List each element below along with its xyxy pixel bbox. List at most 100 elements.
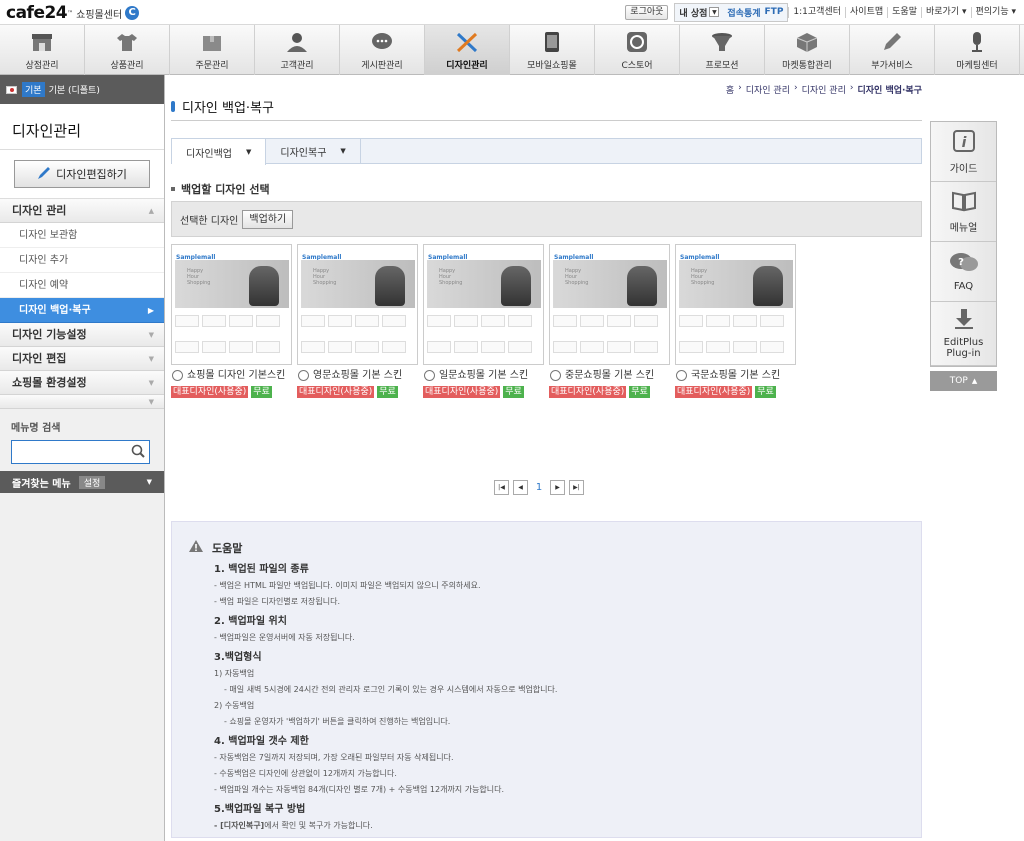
- design-edit-button[interactable]: 디자인편집하기: [14, 160, 150, 188]
- box-icon: [200, 31, 224, 53]
- skin-radio[interactable]: [676, 370, 687, 381]
- top-link-sitemap[interactable]: 사이트맵: [845, 6, 887, 18]
- help-text: - 쇼핑몰 운영자가 '백업하기' 버튼을 클릭하여 진행하는 백업입니다.: [224, 717, 451, 726]
- skin-radio[interactable]: [424, 370, 435, 381]
- gnb-mobile[interactable]: 모바일쇼핑몰: [510, 25, 595, 75]
- breadcrumb-item[interactable]: 디자인 관리: [802, 83, 846, 96]
- chevron-down-icon: ▼: [148, 398, 154, 406]
- sidebar-section-design-manage[interactable]: 디자인 관리 ▲: [0, 199, 164, 223]
- skin-card[interactable]: Samplemall Happy Hour Shopping 국문쇼핑몰 기본 스…: [675, 244, 796, 398]
- top-links: 로그아웃 내 상점 ▼ 접속통계 FTP 1:1고객센터 사이트맵 도움말 바로가…: [625, 2, 1020, 22]
- c-store-icon: [625, 31, 649, 53]
- gnb-customer[interactable]: 고객관리: [255, 25, 340, 75]
- menu-search-input[interactable]: [11, 440, 150, 464]
- top-link-help[interactable]: 도움말: [887, 6, 921, 18]
- skin-thumbnail[interactable]: Samplemall Happy Hour Shopping: [675, 244, 796, 365]
- sidebar-section-edit[interactable]: 디자인 편집 ▼: [0, 347, 164, 371]
- gnb-cstore[interactable]: C스토어: [595, 25, 680, 75]
- skin-radio[interactable]: [298, 370, 309, 381]
- faq-button[interactable]: ? FAQ: [931, 242, 996, 302]
- help-text: - 수동백업은 디자인에 상관없이 12개까지 가능합니다.: [214, 769, 397, 778]
- breadcrumb: 홈 › 디자인 관리 › 디자인 관리 › 디자인 백업·복구: [725, 83, 922, 96]
- gnb-market[interactable]: 마켓통합관리: [765, 25, 850, 75]
- backup-button[interactable]: 백업하기: [242, 209, 294, 229]
- gnb-promotion[interactable]: 프로모션: [680, 25, 765, 75]
- chevron-down-icon: ▼: [148, 331, 154, 339]
- logout-button[interactable]: 로그아웃: [625, 4, 669, 20]
- favorites-settings-button[interactable]: 설정: [78, 475, 106, 489]
- first-page-icon[interactable]: |◀: [494, 480, 509, 495]
- free-badge: 무료: [755, 386, 776, 398]
- gnb-order[interactable]: 주문관리: [170, 25, 255, 75]
- chevron-down-icon: ▼: [146, 478, 152, 486]
- in-use-badge: 대표디자인(사용중): [423, 386, 501, 398]
- sidebar-item-reserve[interactable]: 디자인 예약: [0, 273, 164, 298]
- sidebar-item-add[interactable]: 디자인 추가: [0, 248, 164, 273]
- page-number[interactable]: 1: [532, 482, 546, 493]
- breadcrumb-item[interactable]: 디자인 관리: [746, 83, 790, 96]
- lang-text: 기본 (디폴트): [48, 86, 100, 96]
- gnb-board[interactable]: 게시판관리: [340, 25, 425, 75]
- stats-link[interactable]: 접속통계: [727, 6, 760, 19]
- top-link-convenience[interactable]: 편의기능 ▾: [970, 6, 1021, 18]
- left-sidebar: 기본 기본 (디폴트) 디자인관리 디자인편집하기 디자인 관리 ▲ 디자인 보관…: [0, 75, 165, 841]
- section-title: 백업할 디자인 선택: [171, 181, 270, 197]
- shop-selector[interactable]: 내 상점 ▼ 접속통계 FTP: [674, 2, 789, 22]
- sidebar-section-env[interactable]: 쇼핑몰 환경설정 ▼: [0, 371, 164, 395]
- last-page-icon[interactable]: ▶|: [569, 480, 584, 495]
- lang-badge: 기본: [22, 82, 45, 97]
- skin-card[interactable]: Samplemall Happy Hour Shopping 쇼핑몰 디자인 기본…: [171, 244, 292, 398]
- manual-button[interactable]: 메뉴얼: [931, 182, 996, 242]
- gnb-design[interactable]: 디자인관리: [425, 25, 510, 75]
- skin-thumbnail[interactable]: Samplemall Happy Hour Shopping: [423, 244, 544, 365]
- skin-card[interactable]: Samplemall Happy Hour Shopping 영문쇼핑몰 기본 스…: [297, 244, 418, 398]
- gnb-addon[interactable]: 부가서비스: [850, 25, 935, 75]
- sidebar-collapse[interactable]: ▼: [0, 395, 164, 409]
- sidebar-section-function[interactable]: 디자인 기능설정 ▼: [0, 323, 164, 347]
- breadcrumb-home[interactable]: 홈: [726, 83, 734, 96]
- top-link-support[interactable]: 1:1고객센터: [788, 6, 845, 18]
- sidebar-item-storage[interactable]: 디자인 보관함: [0, 223, 164, 248]
- sidebar-item-backup[interactable]: 디자인 백업·복구 ▶: [0, 298, 164, 323]
- tab-backup[interactable]: 디자인백업 ▼: [172, 139, 267, 165]
- in-use-badge: 대표디자인(사용중): [171, 386, 249, 398]
- prev-page-icon[interactable]: ◀: [513, 480, 528, 495]
- gnb-product[interactable]: 상품관리: [85, 25, 170, 75]
- design-tools-icon: [455, 31, 479, 53]
- next-page-icon[interactable]: ▶: [550, 480, 565, 495]
- gnb-marketing[interactable]: 마케팅센터: [935, 25, 1020, 75]
- ftp-link[interactable]: FTP: [765, 7, 784, 17]
- top-link-shortcut[interactable]: 바로가기 ▾: [921, 6, 971, 18]
- favorites-bar[interactable]: 즐겨찾는 메뉴 설정 ▼: [0, 471, 164, 493]
- guide-button[interactable]: i 가이드: [931, 122, 996, 182]
- skin-radio[interactable]: [172, 370, 183, 381]
- selected-design-label: 선택한 디자인: [180, 215, 239, 227]
- skin-card[interactable]: Samplemall Happy Hour Shopping 중문쇼핑몰 기본 스…: [549, 244, 670, 398]
- skin-thumbnail[interactable]: Samplemall Happy Hour Shopping: [297, 244, 418, 365]
- warning-icon: [188, 539, 204, 556]
- language-bar[interactable]: 기본 기본 (디폴트): [0, 75, 164, 104]
- help-text: - 백업파일은 운영서버에 자동 저장됩니다.: [214, 633, 355, 642]
- search-icon[interactable]: [131, 444, 145, 461]
- top-bar: cafe24 ™ 쇼핑몰센터 C 로그아웃 내 상점 ▼ 접속통계 FTP 1:1고…: [0, 0, 1024, 25]
- in-use-badge: 대표디자인(사용중): [549, 386, 627, 398]
- help-heading: 2. 백업파일 위치: [214, 616, 287, 627]
- help-text: - 백업 파일은 디자인별로 저장됩니다.: [214, 597, 341, 606]
- skin-thumbnail[interactable]: Samplemall Happy Hour Shopping: [171, 244, 292, 365]
- logo-word: cafe24: [6, 3, 68, 23]
- top-button[interactable]: TOP ▲: [930, 371, 997, 391]
- promotion-icon: [710, 31, 734, 53]
- question-bubble-icon: ?: [949, 252, 979, 277]
- editplus-button[interactable]: EditPlus Plug-in: [931, 302, 996, 366]
- svg-text:?: ?: [958, 257, 964, 268]
- skin-radio[interactable]: [550, 370, 561, 381]
- cafe24-logo[interactable]: cafe24 ™ 쇼핑몰센터 C: [6, 3, 140, 23]
- skin-card[interactable]: Samplemall Happy Hour Shopping 일문쇼핑몰 기본 스…: [423, 244, 544, 398]
- gnb-shop[interactable]: 상점관리: [0, 25, 85, 75]
- chevron-down-icon[interactable]: ▼: [709, 7, 720, 17]
- skin-name: 중문쇼핑몰 기본 스킨: [565, 370, 655, 381]
- tab-bar: 디자인백업 ▼ 디자인복구 ▼: [171, 138, 922, 165]
- tab-restore[interactable]: 디자인복구 ▼: [266, 139, 361, 163]
- help-title: 도움말: [188, 539, 921, 556]
- skin-thumbnail[interactable]: Samplemall Happy Hour Shopping: [549, 244, 670, 365]
